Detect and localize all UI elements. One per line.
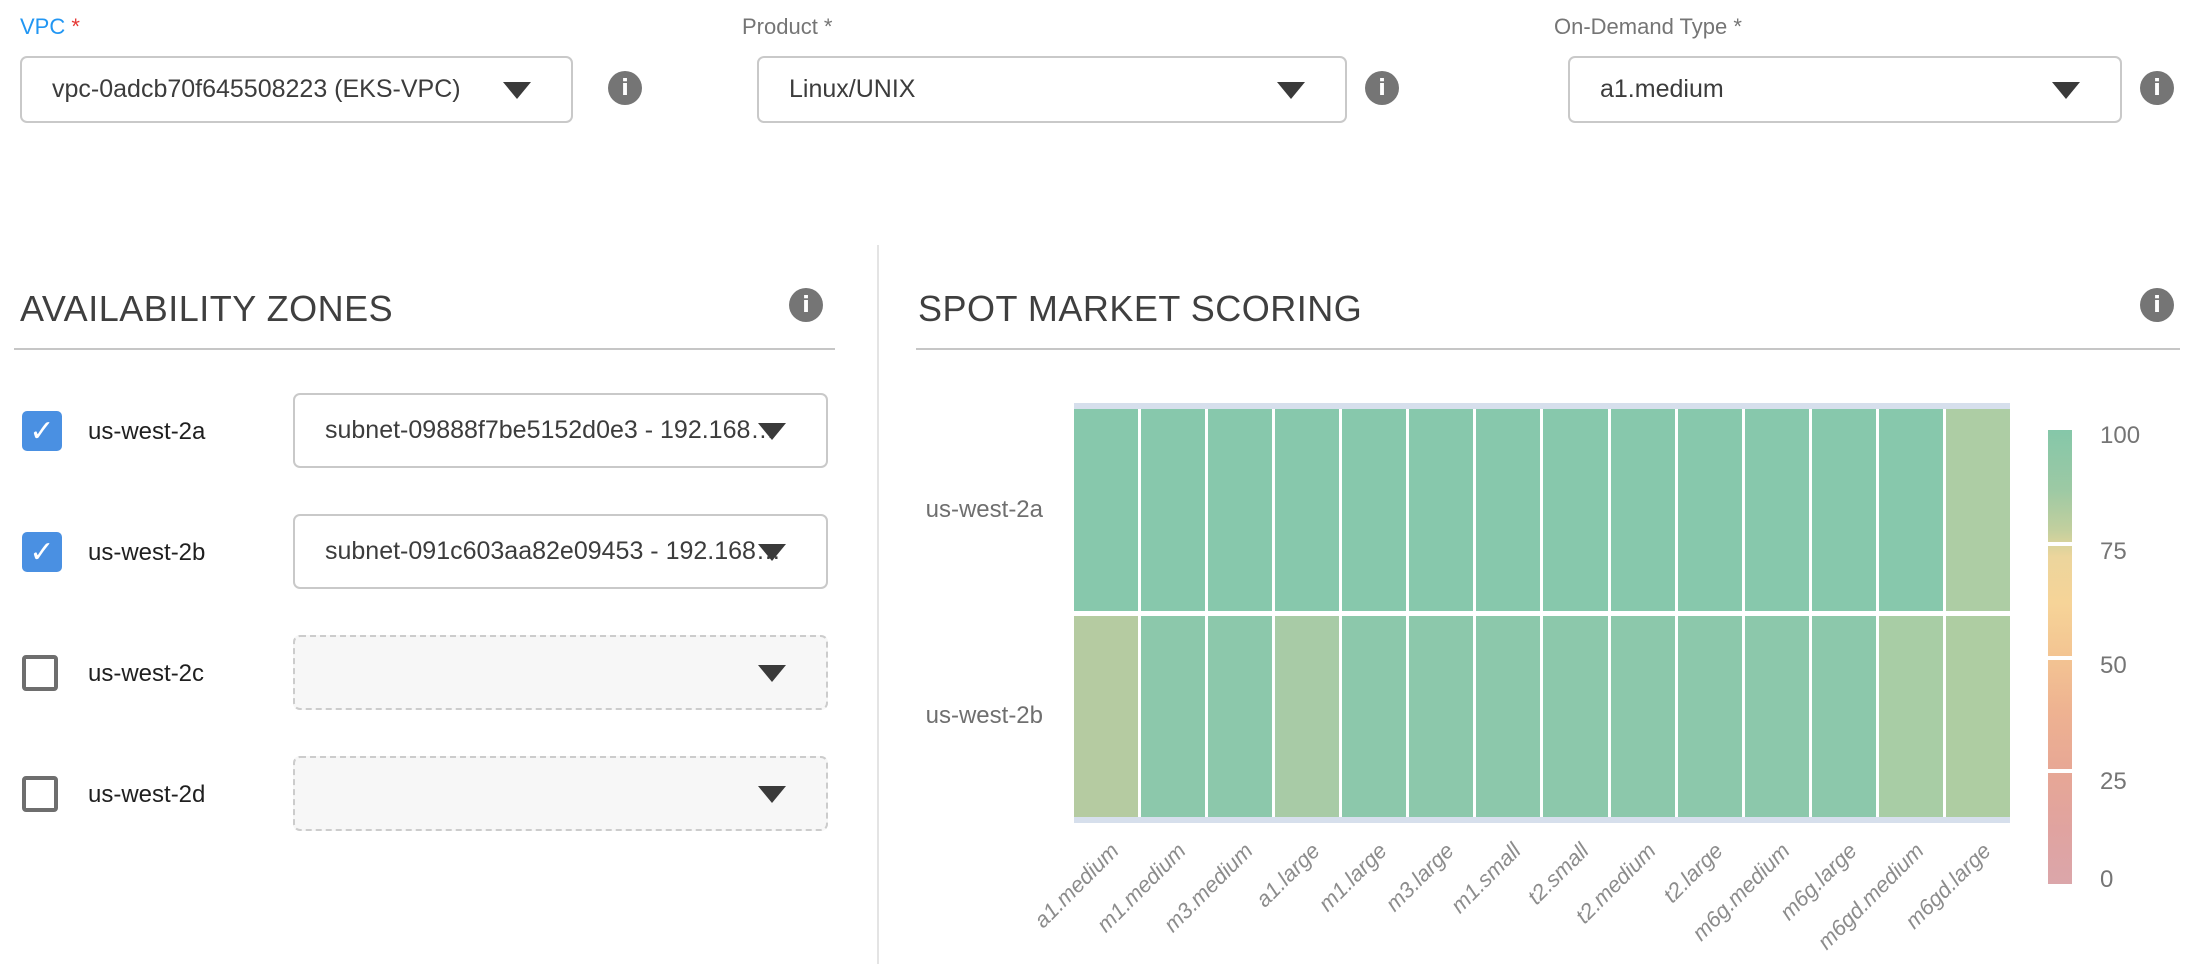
availability-zones-rule <box>14 348 835 350</box>
colorbar-tick-label-100: 100 <box>2100 422 2140 450</box>
az-checkbox-us-west-2d[interactable] <box>22 776 58 812</box>
heatmap-cell-us-west-2a-m1.small <box>1476 409 1540 611</box>
heatmap <box>1074 409 2010 817</box>
chevron-down-icon <box>758 665 786 682</box>
heatmap-cell-us-west-2b-m6gd.medium <box>1879 616 1943 818</box>
chevron-down-icon <box>758 423 786 440</box>
az-label-us-west-2d: us-west-2d <box>88 781 205 809</box>
heatmap-col-label-m3.large: m3.large <box>422 838 1459 964</box>
az-label-us-west-2b: us-west-2b <box>88 539 205 567</box>
heatmap-cell-us-west-2b-m3.medium <box>1208 616 1272 818</box>
heatmap-cell-us-west-2b-m1.small <box>1476 616 1540 818</box>
product-select-value: Linux/UNIX <box>789 75 915 104</box>
heatmap-cell-us-west-2a-a1.medium <box>1074 409 1138 611</box>
subnet-select-us-west-2d <box>293 756 828 831</box>
heatmap-cell-us-west-2b-t2.medium <box>1611 616 1675 818</box>
page: VPC * vpc-0adcb70f645508223 (EKS-VPC) i … <box>0 0 2196 964</box>
heatmap-col-label-m6gd.medium: m6gd.medium <box>560 838 1930 964</box>
heatmap-cell-us-west-2a-m6g.large <box>1812 409 1876 611</box>
heatmap-col-label-m1.small: m1.small <box>442 838 1527 964</box>
vpc-info-icon[interactable]: i <box>608 71 642 105</box>
heatmap-col-label-m1.medium: m1.medium <box>344 838 1192 964</box>
availability-zones-title: AVAILABILITY ZONES <box>20 288 393 330</box>
chevron-down-icon <box>758 786 786 803</box>
heatmap-cell-us-west-2a-m1.medium <box>1141 409 1205 611</box>
heatmap-colorbar <box>2048 430 2072 884</box>
heatmap-cell-us-west-2a-t2.large <box>1678 409 1742 611</box>
heatmap-col-label-a1.large: a1.large <box>383 838 1326 964</box>
vpc-select-value: vpc-0adcb70f645508223 (EKS-VPC) <box>52 75 461 104</box>
heatmap-cell-us-west-2b-m6g.medium <box>1745 616 1809 818</box>
subnet-select-us-west-2b[interactable]: subnet-091c603aa82e09453 - 192.168… <box>293 514 828 589</box>
vpc-select[interactable]: vpc-0adcb70f645508223 (EKS-VPC) <box>20 56 573 123</box>
az-label-us-west-2c: us-west-2c <box>88 660 204 688</box>
product-select[interactable]: Linux/UNIX <box>757 56 1347 123</box>
heatmap-cell-us-west-2a-m3.large <box>1409 409 1473 611</box>
chevron-down-icon <box>1277 82 1305 99</box>
colorbar-tick-label-50: 50 <box>2100 652 2127 680</box>
heatmap-col-label-t2.small: t2.small <box>462 838 1595 964</box>
chevron-down-icon <box>503 82 531 99</box>
on-demand-info-icon[interactable]: i <box>2140 71 2174 105</box>
vpc-label: VPC * <box>20 14 80 40</box>
chevron-down-icon <box>758 544 786 561</box>
heatmap-cell-us-west-2b-m3.large <box>1409 616 1473 818</box>
heatmap-cell-us-west-2a-m1.large <box>1342 409 1406 611</box>
subnet-select-us-west-2a[interactable]: subnet-09888f7be5152d0e3 - 192.168… <box>293 393 828 468</box>
heatmap-cell-us-west-2a-m6g.medium <box>1745 409 1809 611</box>
subnet-select-value: subnet-091c603aa82e09453 - 192.168… <box>325 537 781 566</box>
spot-market-rule <box>916 348 2180 350</box>
subnet-select-value: subnet-09888f7be5152d0e3 - 192.168… <box>325 416 775 445</box>
heatmap-cell-us-west-2b-m6g.large <box>1812 616 1876 818</box>
heatmap-col-label-m6gd.large: m6gd.large <box>579 838 1996 964</box>
heatmap-row-label-us-west-2a: us-west-2a <box>843 496 1043 524</box>
on-demand-type-select[interactable]: a1.medium <box>1568 56 2122 123</box>
heatmap-cell-us-west-2b-t2.large <box>1678 616 1742 818</box>
heatmap-cell-us-west-2a-m3.medium <box>1208 409 1272 611</box>
required-asterisk: * <box>71 14 80 39</box>
heatmap-cell-us-west-2a-m6gd.medium <box>1879 409 1943 611</box>
product-label: Product * <box>742 14 833 40</box>
az-checkbox-us-west-2a[interactable]: ✓ <box>22 411 62 451</box>
heatmap-cell-us-west-2b-a1.medium <box>1074 616 1138 818</box>
heatmap-cell-us-west-2a-t2.medium <box>1611 409 1675 611</box>
heatmap-cell-us-west-2a-a1.large <box>1275 409 1339 611</box>
chevron-down-icon <box>2052 82 2080 99</box>
heatmap-col-label-t2.medium: t2.medium <box>481 838 1661 964</box>
heatmap-cell-us-west-2a-t2.small <box>1543 409 1607 611</box>
heatmap-cell-us-west-2b-t2.small <box>1543 616 1607 818</box>
heatmap-col-label-m6g.large: m6g.large <box>540 838 1862 964</box>
product-info-icon[interactable]: i <box>1365 71 1399 105</box>
availability-zones-info-icon[interactable]: i <box>789 288 823 322</box>
az-label-us-west-2a: us-west-2a <box>88 418 205 446</box>
spot-market-scoring-title: SPOT MARKET SCORING <box>918 288 1362 330</box>
vpc-label-text: VPC <box>20 14 65 39</box>
heatmap-col-label-m1.large: m1.large <box>402 838 1392 964</box>
heatmap-cell-us-west-2b-a1.large <box>1275 616 1339 818</box>
colorbar-tick-label-75: 75 <box>2100 538 2127 566</box>
heatmap-cell-us-west-2b-m1.large <box>1342 616 1406 818</box>
heatmap-col-label-m6g.medium: m6g.medium <box>520 838 1795 964</box>
heatmap-col-label-a1.medium: a1.medium <box>324 838 1124 964</box>
heatmap-cell-us-west-2a-m6gd.large <box>1946 409 2010 611</box>
colorbar-tick-50 <box>2048 656 2072 660</box>
heatmap-cell-us-west-2b-m6gd.large <box>1946 616 2010 818</box>
az-checkbox-us-west-2c[interactable] <box>22 655 58 691</box>
heatmap-row-label-us-west-2b: us-west-2b <box>843 702 1043 730</box>
colorbar-tick-25 <box>2048 769 2072 773</box>
spot-market-info-icon[interactable]: i <box>2140 288 2174 322</box>
heatmap-bottom-edge <box>1074 817 2010 823</box>
on-demand-type-select-value: a1.medium <box>1600 75 1724 104</box>
colorbar-tick-label-25: 25 <box>2100 768 2127 796</box>
colorbar-tick-label-0: 0 <box>2100 866 2113 894</box>
section-divider <box>877 245 879 964</box>
subnet-select-us-west-2c <box>293 635 828 710</box>
colorbar-tick-75 <box>2048 542 2072 546</box>
heatmap-col-label-m3.medium: m3.medium <box>363 838 1258 964</box>
on-demand-type-label: On-Demand Type * <box>1554 14 1742 40</box>
heatmap-col-label-t2.large: t2.large <box>501 838 1729 964</box>
az-checkbox-us-west-2b[interactable]: ✓ <box>22 532 62 572</box>
heatmap-cell-us-west-2b-m1.medium <box>1141 616 1205 818</box>
